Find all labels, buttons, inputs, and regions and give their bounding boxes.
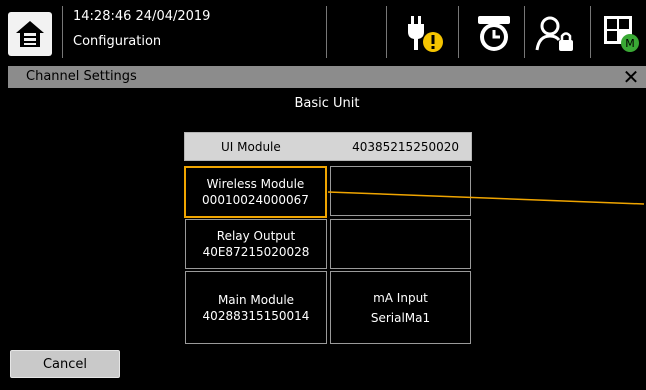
dialog-titlebar: Channel Settings ✕ [8,64,646,89]
timer-button[interactable] [472,12,516,56]
header-divider [326,6,327,58]
user-lock-icon [535,16,573,51]
modules-button[interactable]: M [600,12,644,56]
callout-line [327,191,645,205]
home-button[interactable] [8,12,52,56]
channel-settings-panel: Basic Unit UI Module 40385215250020 Wire… [8,88,646,390]
status-header: 14:28:46 24/04/2019 Configuration M [0,0,646,64]
close-icon[interactable]: ✕ [620,64,642,89]
cancel-button[interactable]: Cancel [10,350,120,378]
home-icon [16,21,44,47]
timer-icon [478,16,510,51]
header-divider [62,6,63,58]
svg-text:M: M [625,37,635,50]
power-warning-icon [408,16,443,52]
header-divider [458,6,459,58]
user-login-button[interactable] [534,12,578,56]
header-divider [524,6,525,58]
modules-icon: M [604,16,639,52]
header-divider [386,6,387,58]
mode-label: Configuration [73,34,162,49]
power-status-button[interactable] [404,12,448,56]
datetime-label: 14:28:46 24/04/2019 [73,9,211,24]
header-divider [590,6,591,58]
dialog-title: Channel Settings [26,69,137,84]
